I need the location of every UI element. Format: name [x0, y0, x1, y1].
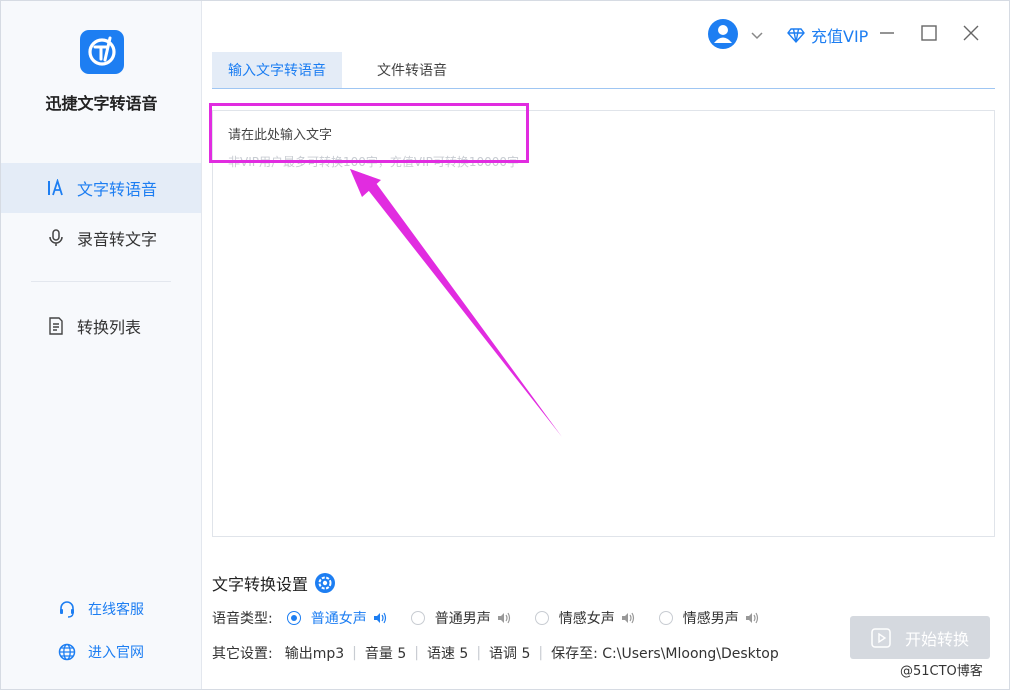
start-conversion-button[interactable]: 开始转换	[850, 616, 990, 659]
tab-file-to-speech[interactable]: 文件转语音	[347, 52, 477, 88]
app-window: 迅捷文字转语音 文字转语音 录音转文字 转换列表 在线客服 进入官网 充值VIP…	[0, 0, 1010, 690]
separator: |	[414, 645, 419, 661]
play-icon	[871, 627, 891, 648]
voice-option-label: 情感男声	[682, 611, 739, 627]
app-logo-icon	[80, 30, 124, 74]
output-format-setting[interactable]: 输出mp3	[285, 643, 344, 663]
voice-option-emotional-male[interactable]: 情感男声	[658, 608, 759, 628]
voice-option-emotional-female[interactable]: 情感女声	[534, 608, 635, 628]
annotation-highlight-box	[209, 103, 529, 163]
sidebar-item-label: 转换列表	[77, 318, 142, 337]
radio-icon	[534, 611, 549, 625]
voice-option-normal-female[interactable]: 普通女声	[286, 608, 387, 628]
official-site-label: 进入官网	[88, 645, 144, 661]
separator: |	[352, 645, 357, 661]
minimize-icon[interactable]	[877, 23, 897, 43]
voice-option-label: 情感女声	[558, 611, 615, 627]
online-support-link[interactable]: 在线客服	[58, 598, 144, 620]
globe-icon	[58, 643, 76, 661]
close-icon[interactable]	[961, 23, 981, 43]
sidebar-item-conversion-list[interactable]: 转换列表	[1, 301, 201, 351]
recharge-vip-button[interactable]: 充值VIP	[787, 23, 868, 47]
radio-icon	[410, 611, 425, 625]
other-settings-row: 其它设置: 输出mp3 | 音量 5 | 语速 5 | 语调 5 | 保存至: …	[212, 643, 779, 663]
recharge-vip-label: 充值VIP	[811, 27, 869, 46]
online-support-label: 在线客服	[88, 602, 144, 618]
sidebar-item-speech-to-text[interactable]: 录音转文字	[1, 213, 201, 263]
headset-icon	[58, 600, 76, 618]
start-conversion-label: 开始转换	[904, 629, 969, 649]
app-name: 迅捷文字转语音	[45, 94, 158, 113]
maximize-icon[interactable]	[919, 23, 939, 43]
tab-bar: 输入文字转语音 文件转语音	[212, 52, 995, 89]
microphone-icon	[47, 229, 65, 247]
text-input-area[interactable]: 请在此处输入文字 非VIP用户最多可转换100字，充值VIP可转换10000字	[212, 110, 995, 537]
text-icon	[47, 179, 65, 197]
volume-setting[interactable]: 音量 5	[365, 643, 406, 663]
save-path-setting[interactable]: 保存至: C:\Users\Mloong\Desktop	[551, 643, 779, 663]
speaker-icon[interactable]	[621, 611, 635, 625]
chevron-down-icon[interactable]	[750, 27, 764, 41]
radio-icon	[286, 611, 301, 625]
tone-setting[interactable]: 语调 5	[489, 643, 530, 663]
sidebar-divider	[31, 281, 171, 282]
voice-type-label: 语音类型:	[212, 611, 273, 627]
list-document-icon	[47, 317, 65, 335]
voice-option-label: 普通女声	[310, 611, 367, 627]
separator: |	[476, 645, 482, 661]
separator: |	[538, 645, 544, 661]
radio-icon	[658, 611, 673, 625]
watermark: @51CTO博客	[900, 664, 983, 679]
conversion-settings-heading: 文字转换设置	[212, 571, 336, 595]
voice-option-label: 普通男声	[434, 611, 491, 627]
speaker-icon[interactable]	[373, 611, 387, 625]
speaker-icon[interactable]	[497, 611, 511, 625]
sidebar-item-text-to-speech[interactable]: 文字转语音	[1, 163, 201, 213]
other-settings-label: 其它设置:	[212, 646, 273, 662]
sidebar-item-label: 录音转文字	[77, 230, 158, 249]
sidebar-item-label: 文字转语音	[77, 180, 158, 199]
user-avatar-icon[interactable]	[708, 19, 738, 49]
diamond-icon	[787, 26, 805, 44]
voice-option-normal-male[interactable]: 普通男声	[410, 608, 511, 628]
official-site-link[interactable]: 进入官网	[58, 641, 144, 663]
tab-input-text-to-speech[interactable]: 输入文字转语音	[212, 52, 342, 88]
speed-setting[interactable]: 语速 5	[427, 643, 468, 663]
speaker-icon[interactable]	[745, 611, 759, 625]
sidebar: 迅捷文字转语音 文字转语音 录音转文字 转换列表 在线客服 进入官网	[1, 1, 202, 689]
gear-icon[interactable]	[314, 572, 336, 594]
voice-type-row: 语音类型: 普通女声 普通男声 情感女声 情感男声	[212, 608, 783, 628]
conversion-settings-label: 文字转换设置	[212, 575, 309, 594]
